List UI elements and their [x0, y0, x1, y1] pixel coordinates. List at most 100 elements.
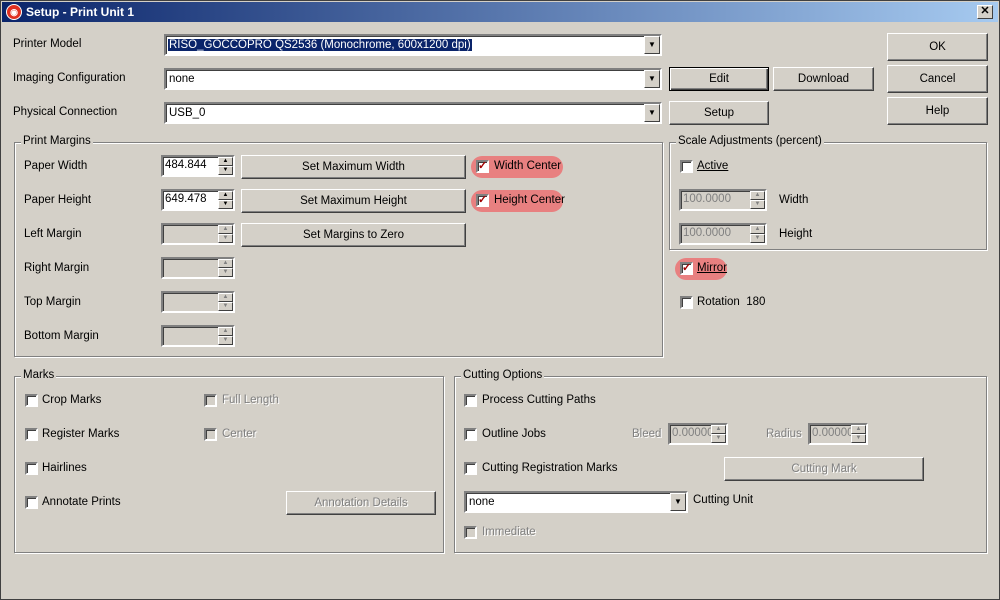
- scale-height-spinner[interactable]: 100.0000 ▲ ▼: [679, 223, 767, 245]
- spin-down-icon: ▼: [218, 234, 233, 243]
- spin-down-icon[interactable]: ▼: [218, 166, 233, 175]
- scale-adjustments-caption: Scale Adjustments (percent): [676, 135, 824, 147]
- marks-caption: Marks: [21, 369, 57, 381]
- paper-height-spinner[interactable]: 649.478 ▲ ▼: [161, 189, 235, 211]
- left-margin-label: Left Margin: [24, 228, 82, 240]
- scale-height-value: 100.0000: [683, 227, 731, 239]
- app-icon: ◉: [6, 4, 22, 20]
- cutting-registration-marks-label: Cutting Registration Marks: [482, 462, 618, 474]
- height-center-label: Height Center: [494, 194, 565, 206]
- spin-down-icon: ▼: [218, 268, 233, 277]
- top-margin-label: Top Margin: [24, 296, 81, 308]
- rotation-label: Rotation 180: [697, 296, 766, 308]
- bleed-label: Bleed: [632, 428, 662, 440]
- paper-height-value: 649.478: [165, 193, 207, 205]
- spin-down-icon: ▼: [711, 434, 726, 443]
- top-margin-spinner[interactable]: ▲ ▼: [161, 291, 235, 313]
- print-margins-caption: Print Margins: [21, 135, 93, 147]
- download-button[interactable]: Download: [773, 67, 874, 91]
- bleed-value: 0.00000: [672, 427, 714, 439]
- spin-down-icon: ▼: [750, 200, 765, 209]
- spin-up-icon: ▲: [711, 425, 726, 434]
- spin-up-icon: ▲: [851, 425, 866, 434]
- paper-width-value: 484.844: [165, 159, 207, 171]
- right-margin-label: Right Margin: [24, 262, 90, 274]
- set-max-height-button[interactable]: Set Maximum Height: [241, 189, 466, 213]
- spin-down-icon: ▼: [750, 234, 765, 243]
- spin-up-icon: ▲: [750, 191, 765, 200]
- scale-active-label: Active: [697, 160, 729, 172]
- crop-marks-checkbox[interactable]: [25, 394, 38, 407]
- width-center-label: Width Center: [494, 160, 562, 172]
- spin-up-icon[interactable]: ▲: [218, 191, 233, 200]
- center-checkbox[interactable]: [204, 428, 217, 441]
- annotate-prints-checkbox[interactable]: [25, 496, 38, 509]
- mirror-checkbox[interactable]: ✓: [680, 262, 693, 275]
- radius-label: Radius: [766, 428, 802, 440]
- cutting-unit-label: Cutting Unit: [693, 494, 754, 506]
- left-margin-spinner[interactable]: ▲ ▼: [161, 223, 235, 245]
- spin-down-icon: ▼: [218, 302, 233, 311]
- set-max-width-button[interactable]: Set Maximum Width: [241, 155, 466, 179]
- chevron-down-icon[interactable]: ▼: [644, 36, 660, 54]
- imaging-config-value: none: [169, 73, 195, 85]
- height-center-checkbox[interactable]: ✓: [476, 194, 489, 207]
- imaging-config-select[interactable]: none ▼: [164, 68, 662, 90]
- cutting-unit-value: none: [469, 496, 495, 508]
- annotation-details-button[interactable]: Annotation Details: [286, 491, 436, 515]
- close-button[interactable]: ✕: [977, 5, 993, 19]
- spin-up-icon: ▲: [218, 327, 233, 336]
- spin-up-icon: ▲: [218, 259, 233, 268]
- bottom-margin-spinner[interactable]: ▲ ▼: [161, 325, 235, 347]
- set-margins-zero-button[interactable]: Set Margins to Zero: [241, 223, 466, 247]
- annotate-prints-label: Annotate Prints: [42, 496, 121, 508]
- cancel-button[interactable]: Cancel: [887, 65, 988, 93]
- cutting-options-caption: Cutting Options: [461, 369, 545, 381]
- printer-model-value: RISO_GOCCOPRO QS2536 (Monochrome, 600x12…: [168, 39, 472, 51]
- paper-height-label: Paper Height: [24, 194, 92, 206]
- paper-width-label: Paper Width: [24, 160, 88, 172]
- physical-connection-value: USB_0: [169, 107, 206, 119]
- rotation-checkbox[interactable]: [680, 296, 693, 309]
- register-marks-label: Register Marks: [42, 428, 120, 440]
- center-label: Center: [222, 428, 257, 440]
- setup-dialog: ◉ Setup - Print Unit 1 ✕ Printer Model R…: [0, 0, 1000, 600]
- register-marks-checkbox[interactable]: [25, 428, 38, 441]
- width-center-checkbox[interactable]: ✓: [476, 160, 489, 173]
- immediate-label: Immediate: [482, 526, 536, 538]
- full-length-label: Full Length: [222, 394, 279, 406]
- help-button[interactable]: Help: [887, 97, 988, 125]
- imaging-config-label: Imaging Configuration: [13, 72, 126, 84]
- cutting-unit-select[interactable]: none ▼: [464, 491, 688, 513]
- chevron-down-icon[interactable]: ▼: [670, 493, 686, 511]
- immediate-checkbox[interactable]: [464, 526, 477, 539]
- spin-down-icon[interactable]: ▼: [218, 200, 233, 209]
- radius-value: 0.00000: [812, 427, 854, 439]
- spin-up-icon[interactable]: ▲: [218, 157, 233, 166]
- chevron-down-icon[interactable]: ▼: [644, 104, 660, 122]
- process-cutting-paths-label: Process Cutting Paths: [482, 394, 596, 406]
- scale-width-spinner[interactable]: 100.0000 ▲ ▼: [679, 189, 767, 211]
- cutting-registration-marks-checkbox[interactable]: [464, 462, 477, 475]
- right-margin-spinner[interactable]: ▲ ▼: [161, 257, 235, 279]
- edit-button[interactable]: Edit: [669, 67, 769, 91]
- radius-spinner[interactable]: 0.00000 ▲ ▼: [808, 423, 868, 445]
- full-length-checkbox[interactable]: [204, 394, 217, 407]
- outline-jobs-checkbox[interactable]: [464, 428, 477, 441]
- process-cutting-paths-checkbox[interactable]: [464, 394, 477, 407]
- chevron-down-icon[interactable]: ▼: [644, 70, 660, 88]
- mirror-label: Mirror: [697, 262, 728, 274]
- title-bar: ◉ Setup - Print Unit 1 ✕: [2, 2, 998, 22]
- hairlines-checkbox[interactable]: [25, 462, 38, 475]
- physical-connection-select[interactable]: USB_0 ▼: [164, 102, 662, 124]
- paper-width-spinner[interactable]: 484.844 ▲ ▼: [161, 155, 235, 177]
- bottom-margin-label: Bottom Margin: [24, 330, 99, 342]
- spin-up-icon: ▲: [218, 293, 233, 302]
- ok-button[interactable]: OK: [887, 33, 988, 61]
- printer-model-select[interactable]: RISO_GOCCOPRO QS2536 (Monochrome, 600x12…: [164, 34, 662, 56]
- scale-active-checkbox[interactable]: [680, 160, 693, 173]
- spin-up-icon: ▲: [218, 225, 233, 234]
- setup-button[interactable]: Setup: [669, 101, 769, 125]
- bleed-spinner[interactable]: 0.00000 ▲ ▼: [668, 423, 728, 445]
- cutting-mark-button[interactable]: Cutting Mark: [724, 457, 924, 481]
